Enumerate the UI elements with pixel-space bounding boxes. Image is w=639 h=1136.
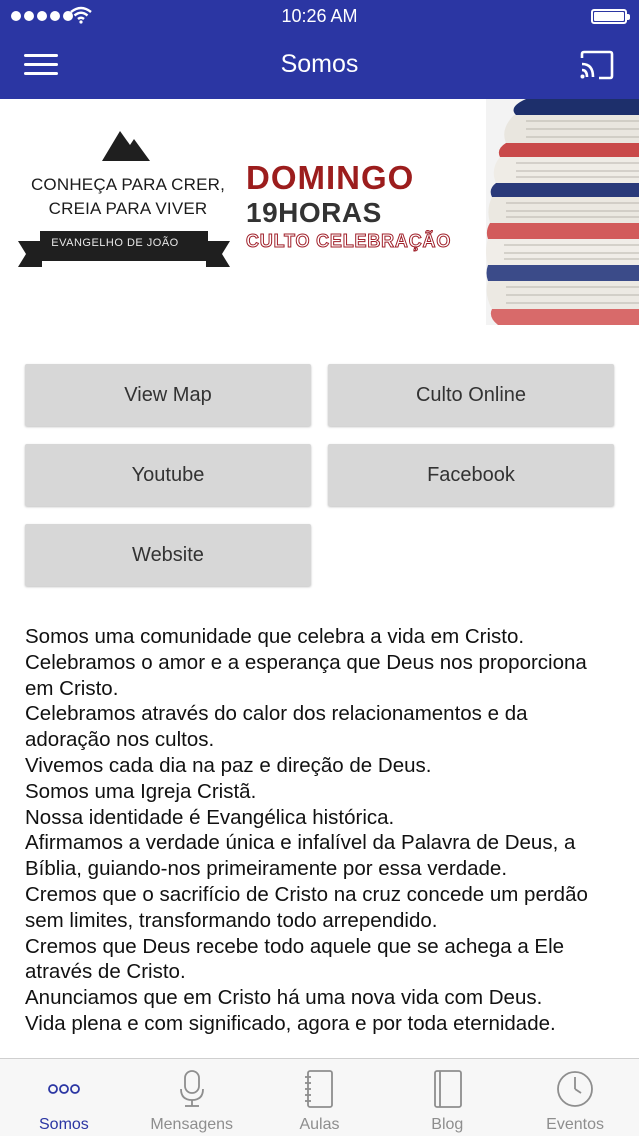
- description-line: Celebramos o amor e a esperança que Deus…: [25, 650, 587, 700]
- description-line: Anunciamos que em Cristo há uma nova vid…: [25, 986, 543, 1010]
- tab-mensagens[interactable]: Mensagens: [128, 1059, 256, 1136]
- description-line: Vida plena e com significado, agora e po…: [25, 1011, 556, 1035]
- status-time: 10:26 AM: [281, 6, 358, 26]
- tab-blog[interactable]: Blog: [383, 1059, 511, 1136]
- about-description: Somos uma comunidade que celebra a vida …: [25, 624, 615, 1037]
- culto-online-button[interactable]: Culto Online: [328, 364, 614, 426]
- ribbon-text: EVANGELHO DE JOÃO: [51, 237, 179, 249]
- books-stack-image: [486, 99, 639, 325]
- cast-icon[interactable]: [579, 50, 615, 80]
- notebook-icon: [305, 1070, 334, 1108]
- facebook-button[interactable]: Facebook: [328, 444, 614, 506]
- mountain-logo-icon: [102, 131, 150, 161]
- tab-bar: Somos Mensagens Aulas Blog Eventos: [0, 1058, 639, 1136]
- tab-label: Blog: [431, 1116, 464, 1133]
- description-line: Cremos que Deus recebe todo aquele que s…: [25, 934, 565, 984]
- tab-eventos[interactable]: Eventos: [511, 1059, 639, 1136]
- youtube-button[interactable]: Youtube: [25, 444, 311, 506]
- banner-hour: 19HORAS: [246, 197, 382, 228]
- banner-tagline: CONHEÇA PARA CRER, CREIA PARA VIVER: [18, 173, 238, 221]
- tagline-line-1: CONHEÇA PARA CRER,: [30, 175, 226, 194]
- tab-aulas[interactable]: Aulas: [256, 1059, 384, 1136]
- description-line: Cremos que o sacrifício de Cristo na cru…: [25, 882, 588, 932]
- description-line: Somos uma Igreja Cristã.: [25, 779, 257, 803]
- description-line: Somos uma comunidade que celebra a vida …: [25, 625, 525, 648]
- banner-image: CONHEÇA PARA CRER, CREIA PARA VIVER EVAN…: [0, 99, 639, 325]
- tab-label: Eventos: [546, 1116, 604, 1133]
- description-line: Celebramos através do calor dos relacion…: [25, 702, 528, 752]
- tab-somos[interactable]: Somos: [0, 1059, 128, 1136]
- website-button[interactable]: Website: [25, 524, 311, 586]
- more-dots-icon: [47, 1084, 80, 1094]
- battery-icon: [591, 9, 630, 24]
- tagline-line-2: CREIA PARA VIVER: [48, 199, 208, 218]
- banner-service: CULTO CELEBRAÇÃO: [245, 231, 452, 252]
- tab-label: Mensagens: [150, 1116, 234, 1133]
- ribbon-shape: [18, 231, 230, 267]
- microphone-icon: [179, 1070, 204, 1107]
- tab-label: Aulas: [299, 1116, 340, 1133]
- banner-day: DOMINGO: [246, 159, 415, 196]
- description-line: Vivemos cada dia na paz e direção de Deu…: [25, 753, 432, 777]
- description-line: Nossa identidade é Evangélica histórica.: [25, 805, 395, 829]
- book-icon: [434, 1070, 463, 1108]
- description-line: Afirmamos a verdade única e infalível da…: [25, 831, 576, 881]
- clock-icon: [557, 1071, 593, 1107]
- page-title: Somos: [280, 50, 359, 78]
- status-bar: 10:26 AM: [0, 0, 639, 34]
- app-header: 10:26 AM Somos: [0, 0, 639, 99]
- view-map-button[interactable]: View Map: [25, 364, 311, 426]
- tab-label: Somos: [39, 1116, 89, 1133]
